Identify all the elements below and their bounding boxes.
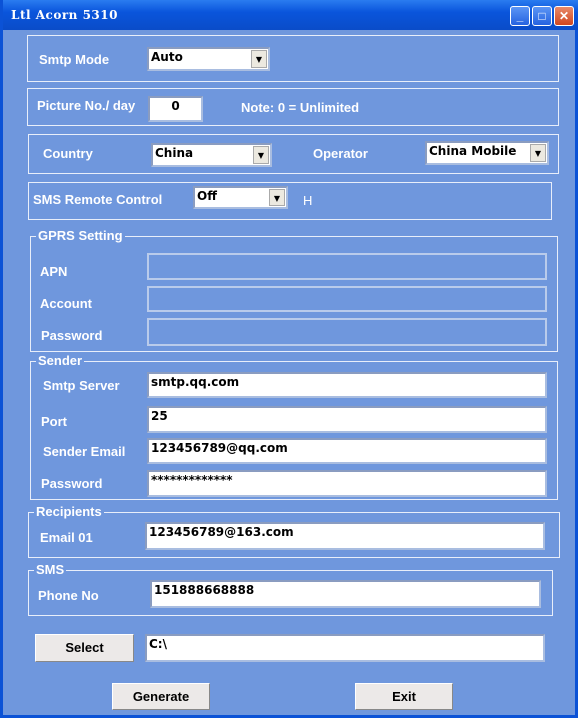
exit-button[interactable]: Exit <box>355 683 453 710</box>
sender-password-label: Password <box>41 476 103 491</box>
minimize-icon[interactable]: _ <box>510 6 530 26</box>
gprs-legend: GPRS Setting <box>36 228 125 243</box>
picture-input[interactable]: 0 <box>148 96 203 122</box>
chevron-down-icon[interactable]: ▼ <box>253 146 269 164</box>
picture-label: Picture No./ day <box>37 98 136 113</box>
email-01-input[interactable]: 123456789@163.com <box>145 522 545 550</box>
smtp-server-input[interactable]: smtp.qq.com <box>147 372 547 398</box>
recipients-legend: Recipients <box>34 504 104 519</box>
sms-remote-select[interactable]: Off ▼ <box>193 186 288 209</box>
smtp-mode-value: Auto <box>151 50 183 64</box>
account-input[interactable] <box>147 286 547 312</box>
operator-select[interactable]: China Mobile ▼ <box>425 141 549 165</box>
port-label: Port <box>41 414 67 429</box>
sms-legend: SMS <box>34 562 67 577</box>
phone-label: Phone No <box>38 588 99 603</box>
title-bar: Ltl Acorn 5310 _ □ ✕ <box>3 0 578 30</box>
account-label: Account <box>40 296 92 311</box>
sender-email-input[interactable]: 123456789@qq.com <box>147 438 547 464</box>
sender-password-input[interactable]: ************* <box>147 470 547 497</box>
sender-legend: Sender <box>36 353 85 368</box>
apn-label: APN <box>40 264 68 279</box>
close-icon[interactable]: ✕ <box>554 6 574 26</box>
smtp-mode-label: Smtp Mode <box>39 52 110 67</box>
select-button[interactable]: Select <box>35 634 134 662</box>
apn-input[interactable] <box>147 253 547 280</box>
smtp-server-label: Smtp Server <box>43 378 120 393</box>
operator-value: China Mobile <box>429 144 517 158</box>
path-input[interactable]: C:\ <box>145 634 545 662</box>
email-01-label: Email 01 <box>40 530 93 545</box>
picture-note: Note: 0 = Unlimited <box>241 100 360 115</box>
sender-email-label: Sender Email <box>43 444 126 459</box>
country-label: Country <box>43 146 93 161</box>
gprs-password-label: Password <box>41 328 103 343</box>
chevron-down-icon[interactable]: ▼ <box>269 189 285 206</box>
port-input[interactable]: 25 <box>147 406 547 433</box>
operator-label: Operator <box>313 146 368 161</box>
smtp-mode-select[interactable]: Auto ▼ <box>147 47 270 71</box>
sms-remote-suffix: H <box>303 193 313 208</box>
chevron-down-icon[interactable]: ▼ <box>530 144 546 162</box>
window-title: Ltl Acorn 5310 <box>11 8 118 22</box>
chevron-down-icon[interactable]: ▼ <box>251 50 267 68</box>
country-select[interactable]: China ▼ <box>151 143 272 167</box>
country-value: China <box>155 146 194 160</box>
sms-remote-value: Off <box>197 189 217 203</box>
phone-input[interactable]: 151888668888 <box>150 580 541 608</box>
maximize-icon[interactable]: □ <box>532 6 552 26</box>
gprs-password-input[interactable] <box>147 318 547 346</box>
generate-button[interactable]: Generate <box>112 683 210 710</box>
sms-remote-label: SMS Remote Control <box>33 192 163 207</box>
